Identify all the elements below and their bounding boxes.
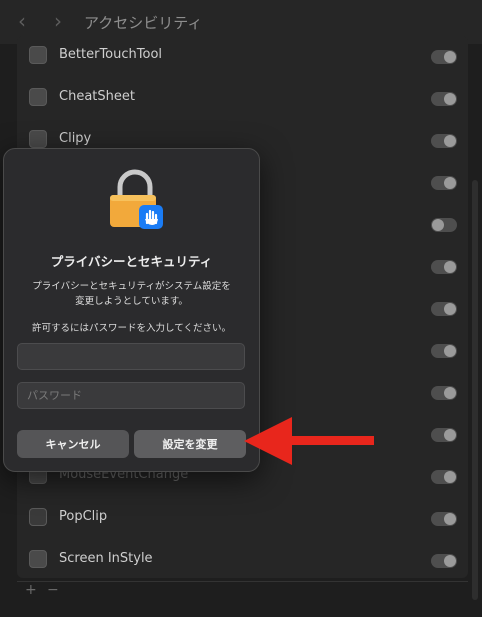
app-toggle[interactable] [431, 512, 457, 526]
app-name: BetterTouchTool [59, 47, 163, 62]
app-toggle[interactable] [431, 92, 457, 106]
dialog-title: プライバシーとセキュリティ [50, 254, 213, 269]
app-toggle[interactable] [431, 554, 457, 568]
dialog-message-line: プライバシーとセキュリティがシステム設定を [32, 281, 231, 292]
forward-button[interactable]: › [54, 10, 62, 32]
app-toggle[interactable] [431, 176, 457, 190]
username-field[interactable] [17, 343, 245, 370]
cancel-button[interactable]: キャンセル [17, 430, 129, 458]
scrollbar[interactable] [472, 180, 478, 600]
dialog-message: プライバシーとセキュリティがシステム設定を 変更しようとしています。 [14, 279, 249, 309]
dialog-message-line: 変更しようとしています。 [75, 296, 188, 307]
app-toggle[interactable] [431, 260, 457, 274]
window-title: アクセシビリティ [84, 14, 203, 32]
list-footer: + − [17, 581, 468, 604]
red-arrow-annotation [244, 417, 374, 465]
back-button[interactable]: ‹ [18, 10, 26, 32]
app-toggle[interactable] [431, 428, 457, 442]
popclip-icon [29, 508, 47, 526]
add-app-button[interactable]: + [25, 582, 37, 598]
app-toggle[interactable] [431, 302, 457, 316]
app-icon [29, 130, 47, 148]
app-toggle[interactable] [431, 344, 457, 358]
dialog-hint: 許可するにはパスワードを入力してください。 [32, 323, 231, 334]
screen-instyle-icon [29, 550, 47, 568]
app-row: CheatSheet [17, 78, 468, 120]
change-settings-button[interactable]: 設定を変更 [134, 430, 246, 458]
app-row: BetterTouchTool [17, 36, 468, 78]
app-name: PopClip [59, 509, 108, 524]
app-toggle[interactable] [431, 134, 457, 148]
app-toggle[interactable] [431, 386, 457, 400]
app-toggle[interactable] [431, 218, 457, 232]
app-icon [29, 46, 47, 64]
app-icon [29, 88, 47, 106]
app-toggle[interactable] [431, 50, 457, 64]
app-row: PopClip [17, 498, 468, 540]
app-row: Screen InStyle [17, 540, 468, 578]
remove-app-button[interactable]: − [47, 582, 59, 598]
app-name: CheatSheet [59, 89, 135, 104]
app-name: Clipy [59, 131, 92, 146]
password-field[interactable] [17, 382, 245, 409]
app-toggle[interactable] [431, 470, 457, 484]
lock-icon [110, 169, 163, 229]
app-name: Screen InStyle [59, 551, 153, 566]
auth-dialog: プライバシーとセキュリティ プライバシーとセキュリティがシステム設定を 変更しよ… [3, 148, 260, 472]
